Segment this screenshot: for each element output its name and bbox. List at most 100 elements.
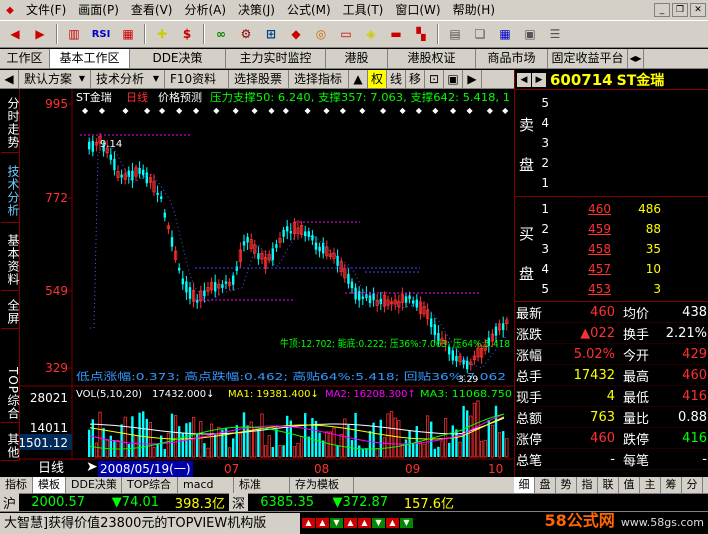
qtab-detail[interactable]: 细 — [514, 477, 535, 493]
menu-view[interactable]: 查看(V) — [125, 0, 179, 20]
win-icon[interactable]: ▚ — [410, 23, 432, 45]
volume-bar — [307, 436, 310, 457]
next-arrow-icon[interactable]: ▶ — [463, 70, 483, 88]
analysis-dropdown[interactable]: 技术分析 ▼ — [91, 70, 165, 88]
kline-chart[interactable]: 995 772 549 329 28021 14011 1501.12 ST金瑞… — [18, 89, 514, 461]
qtab-main[interactable]: 主 — [640, 477, 661, 493]
rsi-icon[interactable]: RSI — [88, 23, 114, 45]
tab-basic-workspace[interactable]: 基本工作区 — [50, 49, 130, 68]
qtab-trend[interactable]: 势 — [556, 477, 577, 493]
doc-icon[interactable]: ▤ — [444, 23, 466, 45]
qtab-book[interactable]: 盘 — [535, 477, 556, 493]
sell-row[interactable]: 1 — [515, 173, 708, 193]
stat-row: 总手 17432 最高 460 — [515, 365, 708, 386]
quote-next-icon[interactable]: ▶ — [532, 72, 546, 87]
select-stock-button[interactable]: 选择股票 — [229, 70, 289, 88]
volume-bar — [347, 425, 350, 457]
tab-fixed-income[interactable]: 固定收益平台 — [548, 49, 628, 68]
menu-help[interactable]: 帮助(H) — [447, 0, 501, 20]
sell-row[interactable]: 2 — [515, 153, 708, 173]
up-arrow-icon: ▲ — [344, 518, 357, 528]
forward-icon[interactable]: ▶ — [29, 23, 51, 45]
card-icon[interactable]: ▭ — [335, 23, 357, 45]
buy-row[interactable]: 4 457 10 — [515, 259, 708, 279]
qtab-value[interactable]: 值 — [619, 477, 640, 493]
qtab-split[interactable]: 分 — [682, 477, 703, 493]
vtab-intraday[interactable]: 分时走势 — [1, 93, 20, 153]
yellow-diamond-icon[interactable]: ◈ — [360, 23, 382, 45]
prev-arrow-icon[interactable]: ◀ — [0, 70, 19, 88]
vtab-technical[interactable]: 技术分析 — [1, 159, 20, 223]
btab-indicator[interactable]: 指标 — [0, 477, 33, 493]
back-icon[interactable]: ◀ — [4, 23, 26, 45]
sell-row[interactable]: 5 — [515, 93, 708, 113]
dollar-icon[interactable]: $ — [176, 23, 198, 45]
menu-file[interactable]: 文件(F) — [20, 0, 72, 20]
stat-v1: ▲022 — [580, 325, 615, 341]
grid-icon[interactable]: ▦ — [494, 23, 516, 45]
kline-svg[interactable]: 995 772 549 329 28021 14011 1501.12 ST金瑞… — [18, 89, 514, 461]
binoculars-icon[interactable]: ⊞ — [260, 23, 282, 45]
move-button[interactable]: 移 — [406, 70, 426, 88]
btab-macd[interactable]: macd — [178, 477, 234, 493]
tab-main-monitor[interactable]: 主力实时监控 — [226, 49, 326, 68]
quote-prev-icon[interactable]: ◀ — [517, 72, 531, 87]
volume-bar — [311, 417, 314, 457]
buy-row[interactable]: 1 460 486 — [515, 199, 708, 219]
vtab-fullscreen[interactable]: 全屏 — [1, 295, 20, 329]
news-text[interactable]: 大智慧]获得价值23800元的TOPVIEW机构版 — [0, 512, 300, 534]
zoom-icon[interactable]: ⊡ — [425, 70, 445, 88]
kline-icon[interactable]: ▥ — [63, 23, 85, 45]
minimize-icon[interactable]: _ — [654, 3, 670, 17]
crosshair-icon[interactable]: ✚ — [151, 23, 173, 45]
btab-top[interactable]: TOP综合 — [122, 477, 178, 493]
tab-hk-warrants[interactable]: 港股权证 — [388, 49, 476, 68]
chart-icon[interactable]: ▦ — [117, 23, 139, 45]
stat-v2: 416 — [682, 430, 707, 446]
vtab-other[interactable]: 其他 — [1, 431, 20, 461]
btab-dde[interactable]: DDE决策 — [66, 477, 122, 493]
select-index-button[interactable]: 选择指标 — [289, 70, 349, 88]
buy-row[interactable]: 3 458 35 — [515, 239, 708, 259]
bar-icon[interactable]: ▬ — [385, 23, 407, 45]
zoom-in-icon[interactable]: ▲ — [349, 70, 368, 88]
diamond-icon[interactable]: ◆ — [285, 23, 307, 45]
sell-row[interactable]: 3 — [515, 133, 708, 153]
f10-button[interactable]: F10资料 — [165, 70, 229, 88]
btab-standard[interactable]: 标准 — [234, 477, 290, 493]
date-period-label[interactable]: 日线 — [38, 461, 64, 477]
buy-row[interactable]: 2 459 88 — [515, 219, 708, 239]
scheme-dropdown[interactable]: 默认方案 ▼ — [19, 70, 91, 88]
qtab-chips[interactable]: 筹 — [661, 477, 682, 493]
vtab-fundamentals[interactable]: 基本资料 — [1, 229, 20, 291]
qtab-index[interactable]: 指 — [577, 477, 598, 493]
tab-commodities[interactable]: 商品市场 — [476, 49, 548, 68]
copy-icon[interactable]: ❏ — [469, 23, 491, 45]
qtab-link[interactable]: 联 — [598, 477, 619, 493]
settings-icon[interactable]: ☰ — [544, 23, 566, 45]
vtab-top-composite[interactable]: TOP综合 — [1, 365, 20, 423]
menu-screen[interactable]: 画面(P) — [72, 0, 125, 20]
menu-decision[interactable]: 决策(J) — [232, 0, 281, 20]
gear-icon[interactable]: ⚙ — [235, 23, 257, 45]
layout-icon[interactable]: ▣ — [444, 70, 464, 88]
menu-formula[interactable]: 公式(M) — [281, 0, 337, 20]
btab-save-template[interactable]: 存为模板 — [290, 477, 354, 493]
menu-analysis[interactable]: 分析(A) — [178, 0, 232, 20]
glasses-icon[interactable]: ∞ — [210, 23, 232, 45]
sell-row[interactable]: 4 — [515, 113, 708, 133]
tab-scroll-icon[interactable]: ◂▸ — [628, 49, 644, 68]
ring-icon[interactable]: ◎ — [310, 23, 332, 45]
restore-icon[interactable]: ❐ — [672, 3, 688, 17]
buy-row[interactable]: 5 453 3 — [515, 279, 708, 299]
menu-tools[interactable]: 工具(T) — [337, 0, 390, 20]
tab-dde-decision[interactable]: DDE决策 — [130, 49, 226, 68]
btab-template[interactable]: 模板 — [33, 477, 66, 493]
menu-window[interactable]: 窗口(W) — [389, 0, 446, 20]
close-icon[interactable]: ✕ — [690, 3, 706, 17]
tab-hk-stocks[interactable]: 港股 — [326, 49, 388, 68]
app-logo-icon[interactable]: ◆ — [0, 1, 20, 19]
info-icon[interactable]: ▣ — [519, 23, 541, 45]
line-button[interactable]: 线 — [387, 70, 407, 88]
quan-button[interactable]: 权 — [368, 70, 388, 88]
